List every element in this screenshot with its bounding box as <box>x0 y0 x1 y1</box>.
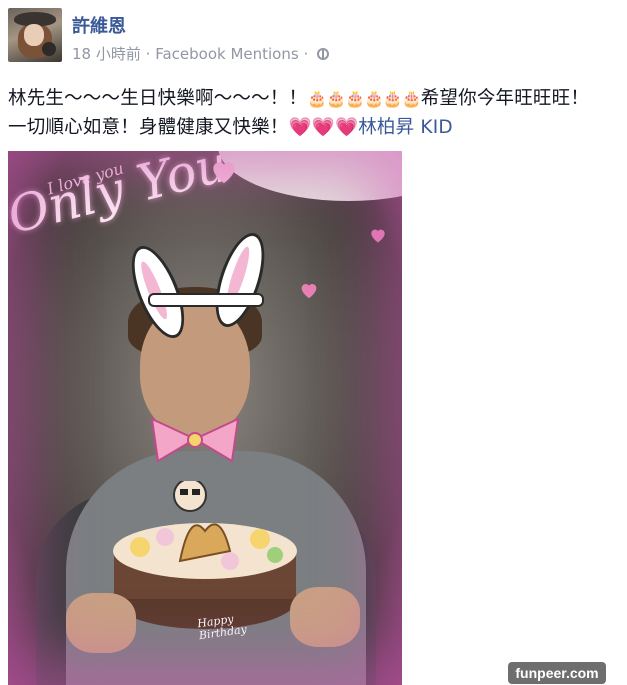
meta-separator-2: · <box>303 45 309 63</box>
message-text-3: 一切順心如意！身體健康又快樂！ <box>8 117 289 138</box>
author-avatar[interactable] <box>8 8 62 62</box>
heart-sticker-icon <box>208 155 240 187</box>
bunny-ear-right <box>205 227 275 333</box>
heart-icons: 💗💗💗 <box>288 117 359 138</box>
watermark-badge: funpeer.com <box>508 662 606 684</box>
birthday-cake <box>110 478 300 629</box>
heart-sticker-icon <box>368 225 388 245</box>
meta-separator: · <box>145 45 151 63</box>
globe-icon[interactable] <box>317 48 330 60</box>
bunny-headband <box>148 293 264 307</box>
overlay-text-main: Only You <box>8 151 234 245</box>
author-name-link[interactable]: 許維恩 <box>72 12 126 38</box>
person-left-hand <box>66 593 136 653</box>
heart-sticker-icon <box>298 279 320 301</box>
cake-icons: 🎂🎂🎂🎂🎂🎂 <box>307 89 422 108</box>
post-timestamp[interactable]: 18 小時前 <box>72 45 141 63</box>
post-header: 許維恩 18 小時前 · Facebook Mentions · <box>8 8 608 64</box>
tagged-user-link[interactable]: 林柏昇 KID <box>358 117 453 138</box>
ceiling-light <box>218 151 402 201</box>
message-text-1: 林先生〜〜〜生日快樂啊〜〜〜！！ <box>8 88 308 109</box>
post-message: 林先生〜〜〜生日快樂啊〜〜〜！！🎂🎂🎂🎂🎂🎂希望你今年旺旺旺！ 一切順心如意！身… <box>8 84 620 142</box>
pink-bow-icon <box>148 415 242 467</box>
person-right-hand <box>290 587 360 647</box>
facebook-post: 許維恩 18 小時前 · Facebook Mentions · 林先生〜〜〜生… <box>0 0 627 685</box>
message-text-2: 希望你今年旺旺旺！ <box>420 88 590 109</box>
post-photo[interactable]: I love you Only You Happy Birthday <box>8 151 402 685</box>
source-link[interactable]: Facebook Mentions <box>155 45 298 63</box>
post-meta: 18 小時前 · Facebook Mentions · <box>72 43 330 64</box>
